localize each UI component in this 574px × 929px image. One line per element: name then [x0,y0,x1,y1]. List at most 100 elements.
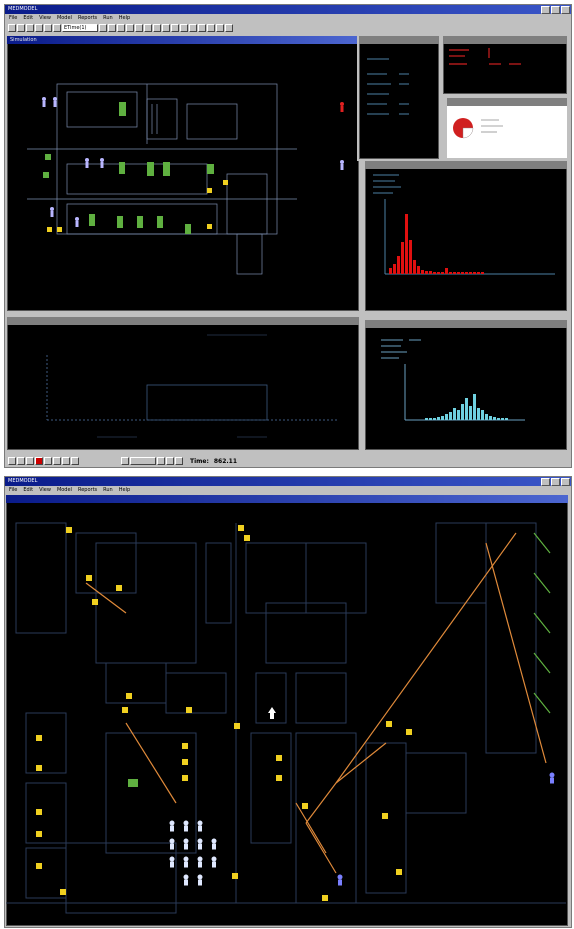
route-icon[interactable] [180,23,188,32]
chart-icon[interactable] [216,23,224,32]
window-controls-2 [541,478,570,486]
histogram-bar [405,214,408,274]
end-icon[interactable] [62,457,70,465]
menu-model[interactable]: Model [57,14,72,22]
record-icon[interactable] [35,457,43,465]
layer-select[interactable]: ETime(1) [62,23,98,32]
counter-window [441,34,569,96]
menu-edit-2[interactable]: Edit [23,486,33,494]
pie-window-title[interactable] [447,98,567,106]
timeline-window [5,315,361,452]
top-screenshot: MEDMODEL File Edit View Model Reports Ru… [4,4,572,468]
app-title-2: MEDMODEL [8,478,38,484]
line-icon[interactable] [162,23,170,32]
histogram-bar [501,418,504,420]
counter-text [449,48,521,65]
menu-view-2[interactable]: View [39,486,51,494]
menu-edit[interactable]: Edit [23,14,33,22]
open-icon[interactable] [17,23,25,32]
rectangle-icon[interactable] [171,23,179,32]
text-icon[interactable] [153,23,161,32]
stop-icon[interactable] [8,457,16,465]
timeline-drawing [46,334,337,438]
histogram-bar [425,418,428,420]
print-icon[interactable] [35,23,43,32]
statistics-window-title[interactable] [359,36,439,44]
save-icon[interactable] [26,23,34,32]
clock-icon[interactable] [175,457,183,465]
histogram-bar [449,272,452,274]
menu-help-2[interactable]: Help [119,486,130,494]
fast-forward-icon[interactable] [53,457,61,465]
floorplan-drawing [27,83,344,275]
menu-help[interactable]: Help [119,14,130,22]
histogram-bar [497,418,500,420]
histogram-bar [453,408,456,420]
maximize-button[interactable] [551,6,560,14]
zoom-out-icon[interactable] [117,23,125,32]
speed-slider[interactable] [130,457,156,465]
paste-icon[interactable] [53,23,61,32]
cyan-histogram-window [363,318,569,452]
menu-run-2[interactable]: Run [103,486,113,494]
floorplan-walls [27,83,297,275]
histogram-bar [505,418,508,420]
histogram-bar [465,398,468,420]
settings-icon[interactable] [166,457,174,465]
histogram-bar [437,272,440,274]
copy-icon[interactable] [44,23,52,32]
histogram-bar [445,414,448,420]
histogram-bar [441,416,444,420]
cyan-histogram-drawing [381,339,525,421]
counter-window-title[interactable] [443,36,567,44]
histogram-bar [469,272,472,274]
layout-window-title[interactable] [6,495,568,503]
maximize-button-2[interactable] [551,478,560,486]
histogram-bar [393,264,396,274]
histogram-bar [457,410,460,420]
menu-file-2[interactable]: File [9,486,17,494]
new-icon[interactable] [8,23,16,32]
histogram-bar [477,272,480,274]
menu-model-2[interactable]: Model [57,486,72,494]
histogram-bar [389,268,392,274]
cyan-histogram-window-title[interactable] [365,320,567,328]
chevron-down-icon[interactable] [99,23,107,32]
green-exam-room [128,779,138,787]
floorplan-window-title[interactable]: Simulation [7,36,359,44]
speed-slider-left[interactable] [121,457,129,465]
camera-icon[interactable] [71,457,79,465]
red-staff-figures [340,102,344,112]
grid-icon[interactable] [126,23,134,32]
zoom-in-icon[interactable] [108,23,116,32]
red-histogram-window-title[interactable] [365,161,567,169]
play-icon[interactable] [44,457,52,465]
close-button[interactable] [561,6,570,14]
histogram-bar [397,256,400,274]
speed-slider-right[interactable] [157,457,165,465]
menu-reports-2[interactable]: Reports [78,486,97,494]
step-back-icon[interactable] [17,457,25,465]
menu-file[interactable]: File [9,14,17,22]
entity-icon[interactable] [207,23,215,32]
greenroom-blocks [43,102,214,234]
location-icon[interactable] [198,23,206,32]
pan-icon[interactable] [135,23,143,32]
menu-bar-2: File Edit View Model Reports Run Help [5,486,571,494]
histogram-bar [429,418,432,420]
help-icon[interactable] [225,23,233,32]
pause-icon[interactable] [26,457,34,465]
select-icon[interactable] [144,23,152,32]
minimize-button-2[interactable] [541,478,550,486]
timeline-window-title[interactable] [7,317,359,325]
histogram-bar [417,266,420,274]
menu-run[interactable]: Run [103,14,113,22]
menu-view[interactable]: View [39,14,51,22]
minimize-button[interactable] [541,6,550,14]
cyan-histogram-bars [425,394,508,420]
menu-reports[interactable]: Reports [78,14,97,22]
close-button-2[interactable] [561,478,570,486]
histogram-bar [441,272,444,274]
histogram-bar [461,404,464,420]
resource-icon[interactable] [189,23,197,32]
